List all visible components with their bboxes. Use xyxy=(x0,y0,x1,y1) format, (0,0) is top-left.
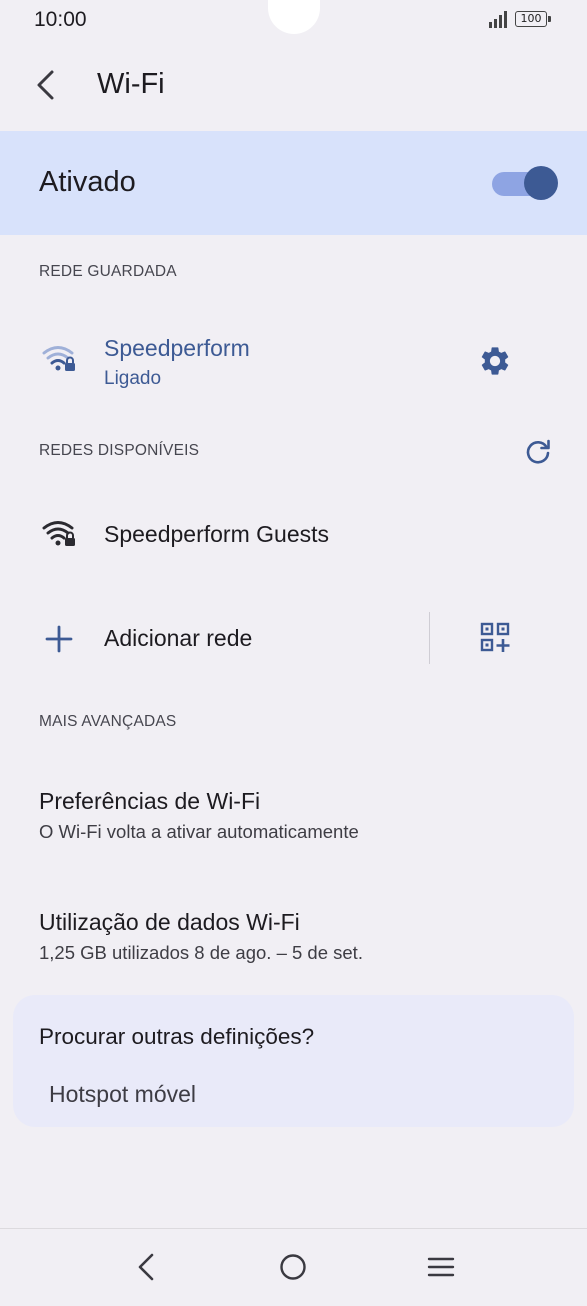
nav-home-icon[interactable] xyxy=(279,1253,307,1281)
add-network-label[interactable]: Adicionar rede xyxy=(104,625,252,652)
saved-network-name[interactable]: Speedperform xyxy=(104,335,250,362)
available-networks-header: REDES DISPONÍVEIS xyxy=(39,442,200,459)
plus-icon[interactable] xyxy=(44,624,74,654)
refresh-icon[interactable] xyxy=(522,436,554,468)
back-arrow-icon[interactable] xyxy=(30,68,62,102)
saved-network-header: REDE GUARDADA xyxy=(39,263,177,280)
page-title: Wi-Fi xyxy=(97,68,165,100)
wifi-data-usage-title[interactable]: Utilização de dados Wi-Fi xyxy=(39,909,300,936)
wifi-locked-icon xyxy=(42,346,75,371)
battery-icon: 100 xyxy=(515,11,547,27)
network-item-name[interactable]: Speedperform Guests xyxy=(104,521,329,548)
wifi-preferences-subtitle: O Wi-Fi volta a ativar automaticamente xyxy=(39,821,359,842)
wifi-toggle-thumb[interactable] xyxy=(524,166,558,200)
nav-menu-icon[interactable] xyxy=(427,1255,455,1279)
gear-icon[interactable] xyxy=(478,344,512,378)
advanced-header: MAIS AVANÇADAS xyxy=(39,713,177,730)
camera-notch xyxy=(268,0,320,34)
wifi-data-usage-subtitle: 1,25 GB utilizados 8 de ago. – 5 de set. xyxy=(39,942,363,963)
suggestions-title: Procurar outras definições? xyxy=(39,1024,315,1049)
qr-code-scan-icon[interactable] xyxy=(480,622,512,654)
signal-icon xyxy=(489,11,507,28)
wifi-master-label: Ativado xyxy=(39,166,136,198)
wifi-locked-icon xyxy=(42,521,75,546)
vertical-divider xyxy=(429,612,430,664)
saved-network-status: Ligado xyxy=(104,368,162,389)
suggestion-hotspot[interactable]: Hotspot móvel xyxy=(49,1081,196,1108)
nav-back-icon[interactable] xyxy=(134,1252,160,1282)
status-time: 10:00 xyxy=(34,8,87,31)
battery-tip xyxy=(548,16,551,22)
wifi-preferences-title[interactable]: Preferências de Wi-Fi xyxy=(39,788,260,815)
